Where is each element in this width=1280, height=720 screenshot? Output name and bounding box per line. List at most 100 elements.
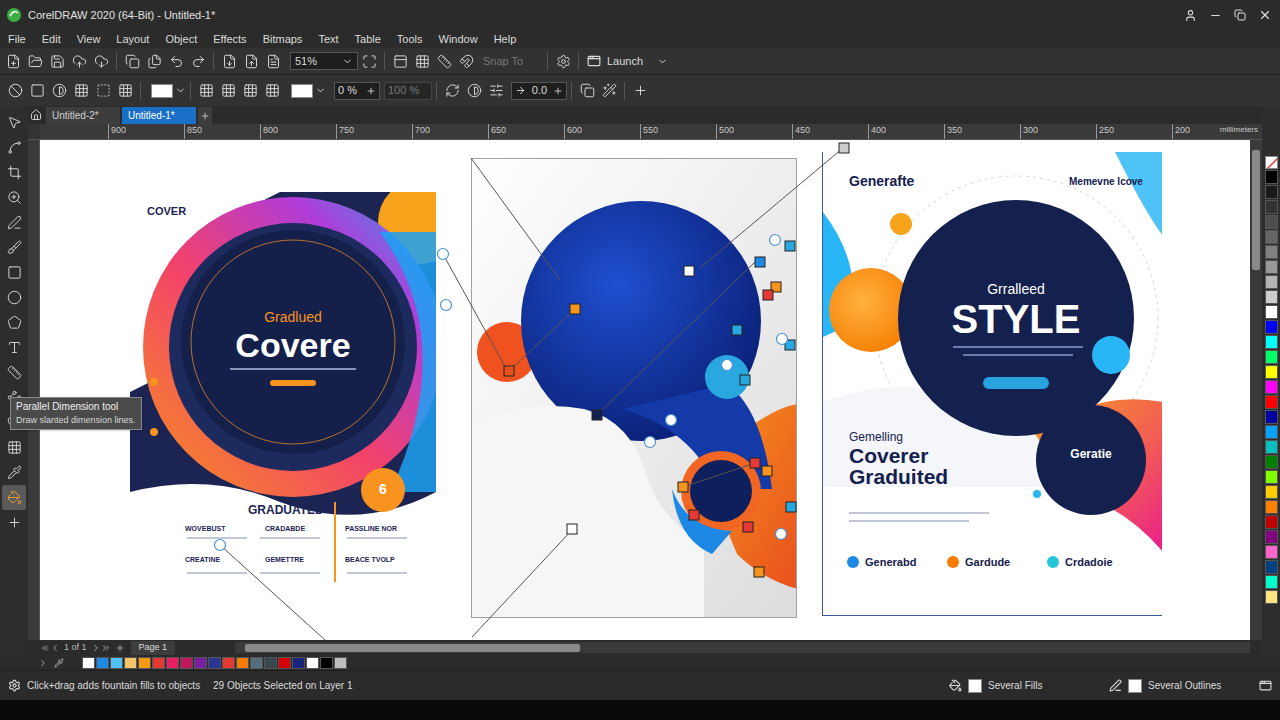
save-button[interactable] xyxy=(46,51,68,71)
close-icon[interactable] xyxy=(1258,8,1272,22)
selection-handle[interactable] xyxy=(763,290,773,300)
snap-button[interactable] xyxy=(455,51,477,71)
color-swatch[interactable] xyxy=(1265,500,1278,514)
color-swatch[interactable] xyxy=(250,657,263,669)
freehand-tool[interactable] xyxy=(2,210,26,235)
color-swatch[interactable] xyxy=(306,657,319,669)
color-swatch[interactable] xyxy=(334,657,347,669)
menu-item[interactable]: Table xyxy=(355,34,381,45)
selection-handle[interactable] xyxy=(567,524,577,534)
restore-icon[interactable] xyxy=(1234,9,1246,21)
scrollbar-thumb[interactable] xyxy=(1252,150,1260,270)
eyedropper-icon[interactable] xyxy=(54,658,64,668)
open-button[interactable] xyxy=(24,51,46,71)
selection-handle[interactable] xyxy=(755,257,765,267)
selection-handle[interactable] xyxy=(743,522,753,532)
merge-mode-button[interactable] xyxy=(195,81,217,101)
color-swatch[interactable] xyxy=(82,657,95,669)
document-tab[interactable]: Untitled-1* xyxy=(122,107,196,124)
color-swatch[interactable] xyxy=(1265,560,1278,574)
selection-handle[interactable] xyxy=(771,282,781,292)
selection-handle[interactable] xyxy=(592,410,602,420)
selection-handle[interactable] xyxy=(732,325,742,335)
ellipse-tool[interactable] xyxy=(2,285,26,310)
color-swatch[interactable] xyxy=(1265,260,1278,274)
color-swatch[interactable] xyxy=(1265,275,1278,289)
color-swatch[interactable] xyxy=(1265,425,1278,439)
fill-color-picker[interactable] xyxy=(151,84,186,98)
menu-item[interactable]: Layout xyxy=(116,34,149,45)
publish-pdf-button[interactable] xyxy=(262,51,284,71)
selection-handle[interactable] xyxy=(678,482,688,492)
pattern-transparency-button[interactable] xyxy=(70,81,92,101)
menu-item[interactable]: Edit xyxy=(42,34,61,45)
color-swatch[interactable] xyxy=(1265,440,1278,454)
color-swatch[interactable] xyxy=(138,657,151,669)
first-page-icon[interactable] xyxy=(40,643,50,653)
color-swatch[interactable] xyxy=(320,657,333,669)
new-document-button[interactable] xyxy=(2,51,24,71)
next-page-icon[interactable] xyxy=(91,643,101,653)
transparency-node[interactable] xyxy=(441,300,452,311)
selection-handle[interactable] xyxy=(786,502,796,512)
poster-right[interactable]: GenerafteMemevne IcoveGrralleedSTYLEGeme… xyxy=(822,152,1162,616)
menu-item[interactable]: Window xyxy=(439,34,478,45)
crop-tool[interactable] xyxy=(2,160,26,185)
color-swatch[interactable] xyxy=(194,657,207,669)
gradient-button[interactable] xyxy=(463,81,485,101)
horizontal-scrollbar[interactable] xyxy=(235,642,1250,653)
no-color-swatch[interactable] xyxy=(1265,156,1278,169)
selection-handle[interactable] xyxy=(684,266,694,276)
menu-item[interactable]: Effects xyxy=(213,34,246,45)
document-tab[interactable]: Untitled-2* xyxy=(46,107,120,124)
color-swatch[interactable] xyxy=(152,657,165,669)
grid-button[interactable] xyxy=(411,51,433,71)
eyedropper-tool[interactable] xyxy=(2,460,26,485)
previous-page-icon[interactable] xyxy=(50,643,60,653)
reverse-button[interactable] xyxy=(441,81,463,101)
color-swatch[interactable] xyxy=(1265,485,1278,499)
color-swatch[interactable] xyxy=(1265,545,1278,559)
outline-mode-button[interactable] xyxy=(239,81,261,101)
color-swatch[interactable] xyxy=(1265,380,1278,394)
copy-button[interactable] xyxy=(121,51,143,71)
color-swatch[interactable] xyxy=(1265,365,1278,379)
artistic-media-tool[interactable] xyxy=(2,235,26,260)
menu-item[interactable]: View xyxy=(77,34,101,45)
add-tool-tool[interactable] xyxy=(2,510,26,535)
panel-toggle-icon[interactable] xyxy=(1259,679,1272,692)
color-swatch[interactable] xyxy=(1265,230,1278,244)
color-swatch[interactable] xyxy=(1265,590,1278,604)
poster-left[interactable]: COVERGradluedCovere6GRADUATEDWOVEBUSTCRA… xyxy=(130,192,436,605)
poster-middle[interactable] xyxy=(471,158,797,618)
polygon-tool[interactable] xyxy=(2,310,26,335)
color-swatch[interactable] xyxy=(264,657,277,669)
freeze-button[interactable] xyxy=(598,81,620,101)
fountain-transparency-button[interactable] xyxy=(48,81,70,101)
minimize-icon[interactable] xyxy=(1209,9,1222,22)
transparency-node[interactable] xyxy=(645,437,656,448)
color-swatch[interactable] xyxy=(292,657,305,669)
color-swatch[interactable] xyxy=(1265,470,1278,484)
rulers-button[interactable] xyxy=(389,51,411,71)
selection-handle[interactable] xyxy=(740,375,750,385)
export-button[interactable] xyxy=(240,51,262,71)
color-swatch[interactable] xyxy=(1265,200,1278,214)
menu-item[interactable]: Tools xyxy=(397,34,423,45)
transparency-node[interactable] xyxy=(215,540,226,551)
drawing-canvas[interactable]: COVERGradluedCovere6GRADUATEDWOVEBUSTCRA… xyxy=(40,140,1250,640)
zoom-combobox[interactable]: 51% xyxy=(290,52,358,70)
add-property-button[interactable] xyxy=(629,81,651,101)
new-tab-button[interactable] xyxy=(198,107,212,124)
color-swatch[interactable] xyxy=(1265,335,1278,349)
menu-item[interactable]: File xyxy=(8,34,26,45)
interactive-fill-tool[interactable] xyxy=(2,485,26,510)
selection-handle[interactable] xyxy=(750,458,760,468)
color-swatch[interactable] xyxy=(180,657,193,669)
scrollbar-thumb[interactable] xyxy=(245,644,580,652)
zoom-tool[interactable] xyxy=(2,185,26,210)
color-swatch[interactable] xyxy=(1265,320,1278,334)
fill-indicator[interactable]: Several Fills xyxy=(949,678,1109,693)
increment-icon[interactable] xyxy=(553,86,563,96)
bitmap-transparency-button[interactable] xyxy=(92,81,114,101)
